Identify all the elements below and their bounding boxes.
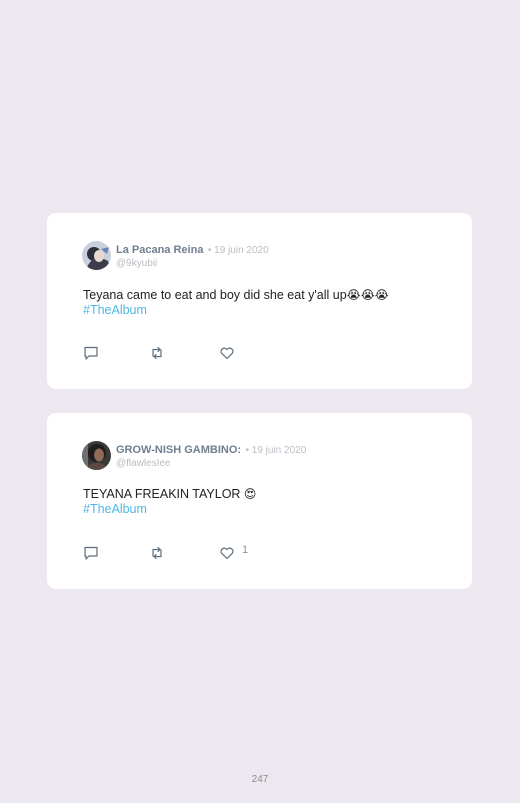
retweet-icon[interactable]	[149, 545, 165, 561]
tweet-actions: 1	[83, 544, 383, 561]
tweet-actions	[83, 345, 383, 361]
tweet-body: TEYANA FREAKIN TAYLOR	[83, 487, 244, 501]
tweet-text: TEYANA FREAKIN TAYLOR 😍 #TheAlbum	[83, 487, 443, 517]
heart-icon[interactable]	[219, 345, 235, 361]
author-handle[interactable]: @flawlesIee	[116, 457, 306, 470]
retweet-icon[interactable]	[149, 345, 165, 361]
author-name[interactable]: GROW-NISH GAMBINO:	[116, 444, 241, 456]
avatar[interactable]	[82, 241, 111, 270]
tweet-text: Teyana came to eat and boy did she eat y…	[83, 288, 443, 318]
author-handle[interactable]: @9kyubii	[116, 257, 269, 270]
tweet-body: Teyana came to eat and boy did she eat y…	[83, 288, 347, 302]
reply-icon[interactable]	[83, 545, 99, 561]
avatar[interactable]	[82, 441, 111, 470]
heart-icon[interactable]	[219, 545, 235, 561]
tweet-emoji: 😍	[243, 487, 257, 501]
tweet-card: La Pacana Reina • 19 juin 2020 @9kyubii …	[47, 213, 472, 389]
tweet-header: GROW-NISH GAMBINO: • 19 juin 2020 @flawl…	[116, 442, 306, 470]
reply-icon[interactable]	[83, 345, 99, 361]
like-count: 1	[242, 544, 249, 556]
author-name[interactable]: La Pacana Reina	[116, 244, 203, 256]
hashtag-link[interactable]: #TheAlbum	[83, 303, 443, 318]
page-number: 247	[251, 774, 269, 785]
hashtag-link[interactable]: #TheAlbum	[83, 502, 443, 517]
tweet-date: • 19 juin 2020	[245, 445, 307, 456]
tweet-header: La Pacana Reina • 19 juin 2020 @9kyubii	[116, 242, 269, 270]
tweet-date: • 19 juin 2020	[207, 245, 269, 256]
tweet-emoji: 😭😭😭	[346, 288, 389, 302]
tweet-card: GROW-NISH GAMBINO: • 19 juin 2020 @flawl…	[47, 413, 472, 589]
